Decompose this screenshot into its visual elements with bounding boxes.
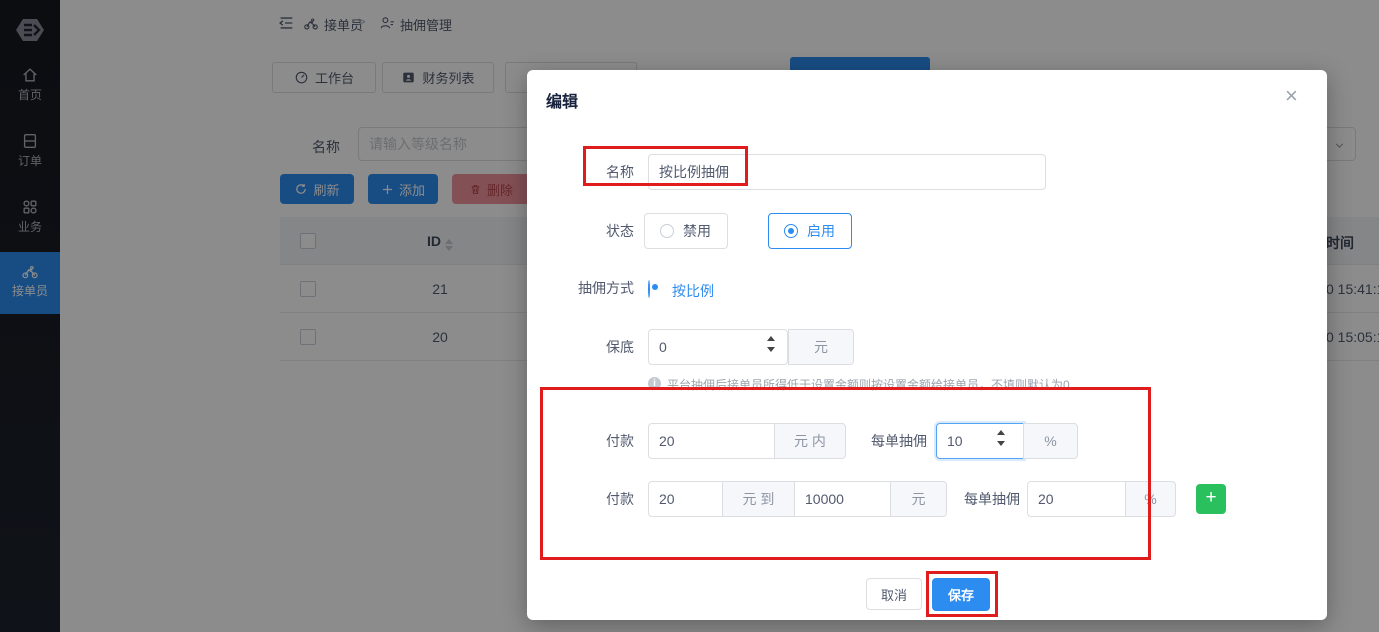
tier1-rate-input[interactable] (936, 423, 1024, 459)
dialog-title: 编辑 (546, 88, 578, 112)
tier1-rate-label: 每单抽佣 (827, 423, 927, 459)
option-label: 禁用 (683, 221, 711, 241)
name-input[interactable] (648, 154, 1046, 190)
tier2-rate-label: 每单抽佣 (920, 481, 1020, 517)
tier2-to-input[interactable] (794, 481, 891, 517)
tier2-from-input[interactable] (648, 481, 723, 517)
edit-dialog: 编辑 × 名称 状态 禁用 启用 抽佣方式 按比例 保底 元 i 平台抽佣后接单… (527, 70, 1327, 620)
status-label: 状态 (534, 213, 634, 249)
floor-label: 保底 (534, 329, 634, 365)
floor-unit-addon: 元 (788, 329, 854, 365)
tier1-rate-unit-addon: % (1023, 423, 1078, 459)
number-spinner[interactable] (993, 430, 1009, 446)
name-label: 名称 (534, 154, 634, 190)
number-spinner[interactable] (763, 336, 779, 352)
cancel-button[interactable]: 取消 (866, 578, 922, 610)
radio-checked-icon (784, 224, 798, 238)
status-option-enabled[interactable]: 启用 (768, 213, 852, 249)
option-label: 启用 (807, 221, 835, 241)
add-tier-button[interactable]: + (1196, 484, 1226, 514)
method-label: 抽佣方式 (534, 273, 634, 303)
tier2-rate-input[interactable] (1027, 481, 1126, 517)
close-icon[interactable]: × (1285, 86, 1298, 106)
method-option-ratio[interactable]: 按比例 (672, 281, 714, 301)
status-option-disabled[interactable]: 禁用 (644, 213, 728, 249)
tier2-rate-unit-addon: % (1125, 481, 1176, 517)
radio-checked-icon[interactable] (648, 280, 650, 298)
floor-hint-text: 平台抽佣后接单员所得低于设置金额则按设置金额给接单员，不填则默认为0 (667, 376, 1227, 393)
save-button[interactable]: 保存 (932, 578, 990, 611)
tier1-pay-label: 付款 (534, 423, 634, 459)
tier2-pay-label: 付款 (534, 481, 634, 517)
info-icon: i (648, 377, 661, 390)
radio-icon (660, 224, 674, 238)
tier1-amount-input[interactable] (648, 423, 775, 459)
tier2-from-unit-addon: 元 到 (722, 481, 795, 517)
